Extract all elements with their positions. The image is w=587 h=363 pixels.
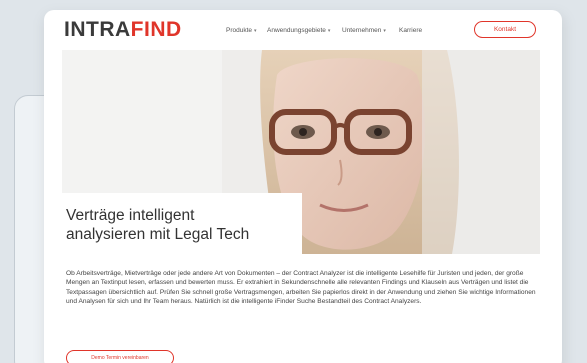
nav-item-karriere[interactable]: Karriere [399, 27, 422, 34]
logo-accent: FIND [130, 18, 182, 41]
contact-button[interactable]: Kontakt [474, 21, 536, 38]
website-screenshot: INTRAFIND Produkte ▾ Anwendungsgebiete ▾… [44, 10, 562, 363]
navbar: INTRAFIND Produkte ▾ Anwendungsgebiete ▾… [44, 10, 562, 50]
nav-item-label: Unternehmen [342, 27, 382, 34]
nav-item-label: Karriere [399, 27, 423, 34]
nav-item-label: Produkte [226, 27, 253, 34]
nav-item-produkte[interactable]: Produkte ▾ [226, 27, 257, 34]
nav-item-unternehmen[interactable]: Unternehmen ▾ [342, 27, 386, 34]
demo-appointment-button[interactable]: Demo Termin vereinbaren [66, 350, 174, 363]
chevron-down-icon: ▾ [327, 27, 331, 34]
chevron-down-icon: ▾ [383, 27, 386, 34]
hero-headline-line2: analysieren mit Legal Tech [66, 226, 250, 243]
hero-headline-line1: Verträge intelligent [66, 207, 195, 224]
nav-item-label: Anwendungsgebiete [267, 27, 326, 34]
logo-main: INTRA [64, 18, 131, 41]
nav-item-anwendungsgebiete[interactable]: Anwendungsgebiete ▾ [267, 27, 330, 34]
hero-headline: Verträge intelligent analysieren mit Leg… [66, 206, 306, 244]
chevron-down-icon: ▾ [254, 27, 257, 34]
logo[interactable]: INTRAFIND [64, 18, 182, 42]
body-paragraph: Ob Arbeitsverträge, Mietverträge oder je… [66, 270, 536, 305]
